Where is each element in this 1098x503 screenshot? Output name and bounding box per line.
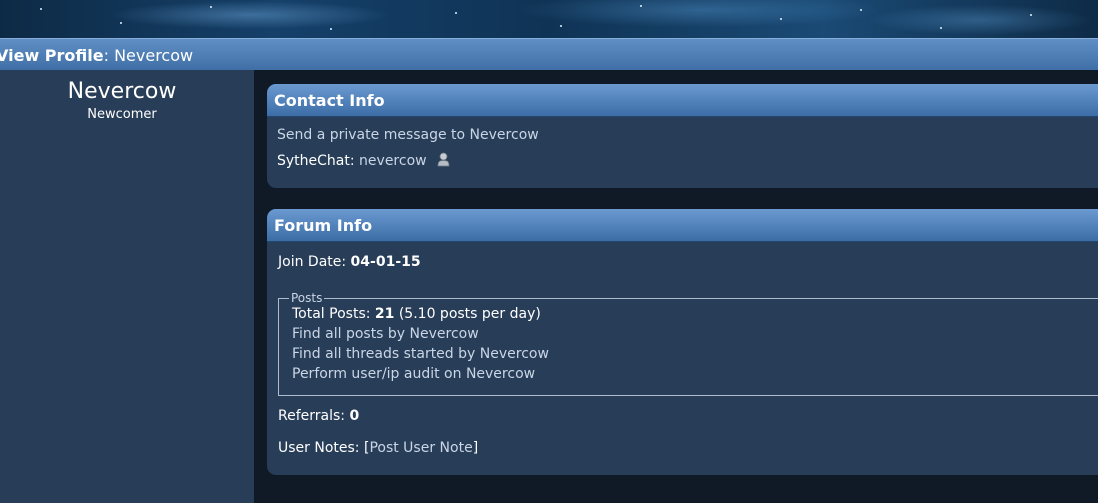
sythechat-label: SytheChat: <box>277 153 355 169</box>
sythechat-value[interactable]: nevercow <box>359 153 427 169</box>
star <box>455 12 457 14</box>
page-title-label: View Profile <box>0 46 104 65</box>
private-message-link-text[interactable]: Send a private message to Nevercow <box>277 127 539 143</box>
join-date-value: 04-01-15 <box>350 254 421 270</box>
star <box>640 5 642 7</box>
total-posts-value: 21 <box>374 306 395 322</box>
private-message-link[interactable]: Send a private message to Nevercow <box>277 127 539 143</box>
find-posts-link-text[interactable]: Find all posts by Nevercow <box>292 326 479 342</box>
user-icon[interactable] <box>437 152 450 167</box>
forum-info-panel: Forum Info Join Date: 04-01-15 Posts Tot… <box>267 209 1098 475</box>
referrals-row: Referrals: 0 <box>278 408 359 424</box>
profile-rank: Newcomer <box>87 107 157 122</box>
star <box>120 22 122 24</box>
find-posts-link[interactable]: Find all posts by Nevercow <box>292 326 479 342</box>
total-posts-row: Total Posts: 21 (5.10 posts per day) <box>292 306 541 322</box>
find-threads-link-text[interactable]: Find all threads started by Nevercow <box>292 346 549 362</box>
post-user-note-link[interactable]: Post User Note <box>369 440 472 456</box>
star <box>940 27 942 29</box>
user-notes-label: User Notes: <box>278 440 360 456</box>
find-threads-link[interactable]: Find all threads started by Nevercow <box>292 346 549 362</box>
page-title: View Profile: Nevercow <box>0 46 193 65</box>
profile-sidebar: Nevercow Newcomer <box>0 70 254 503</box>
forum-info-heading: Forum Info <box>267 209 1098 242</box>
contact-info-heading: Contact Info <box>267 84 1098 117</box>
header-banner <box>0 0 1098 38</box>
star <box>860 9 862 11</box>
user-ip-audit-link[interactable]: Perform user/ip audit on Nevercow <box>292 366 535 382</box>
star <box>1030 14 1032 16</box>
join-date-label: Join Date: <box>278 254 347 270</box>
star <box>210 6 212 8</box>
user-ip-audit-link-text[interactable]: Perform user/ip audit on Nevercow <box>292 366 535 382</box>
referrals-value: 0 <box>349 408 360 424</box>
star <box>40 8 42 10</box>
referrals-label: Referrals: <box>278 408 345 424</box>
star <box>780 18 782 20</box>
sythechat-row: SytheChat: nevercow <box>277 152 450 169</box>
star <box>560 25 562 27</box>
posts-legend: Posts <box>291 291 323 305</box>
contact-info-panel: Contact Info Send a private message to N… <box>267 84 1098 188</box>
star <box>330 28 332 30</box>
posts-per-day: (5.10 posts per day) <box>398 306 541 322</box>
profile-username: Nevercow <box>67 79 177 104</box>
bracket-close: ] <box>472 440 479 456</box>
page-title-bar: View Profile: Nevercow <box>0 38 1098 70</box>
total-posts-label: Total Posts: <box>292 306 371 322</box>
user-notes-row: User Notes: [Post User Note] <box>278 440 478 456</box>
page-title-value: Nevercow <box>114 46 194 65</box>
join-date-row: Join Date: 04-01-15 <box>278 254 421 270</box>
